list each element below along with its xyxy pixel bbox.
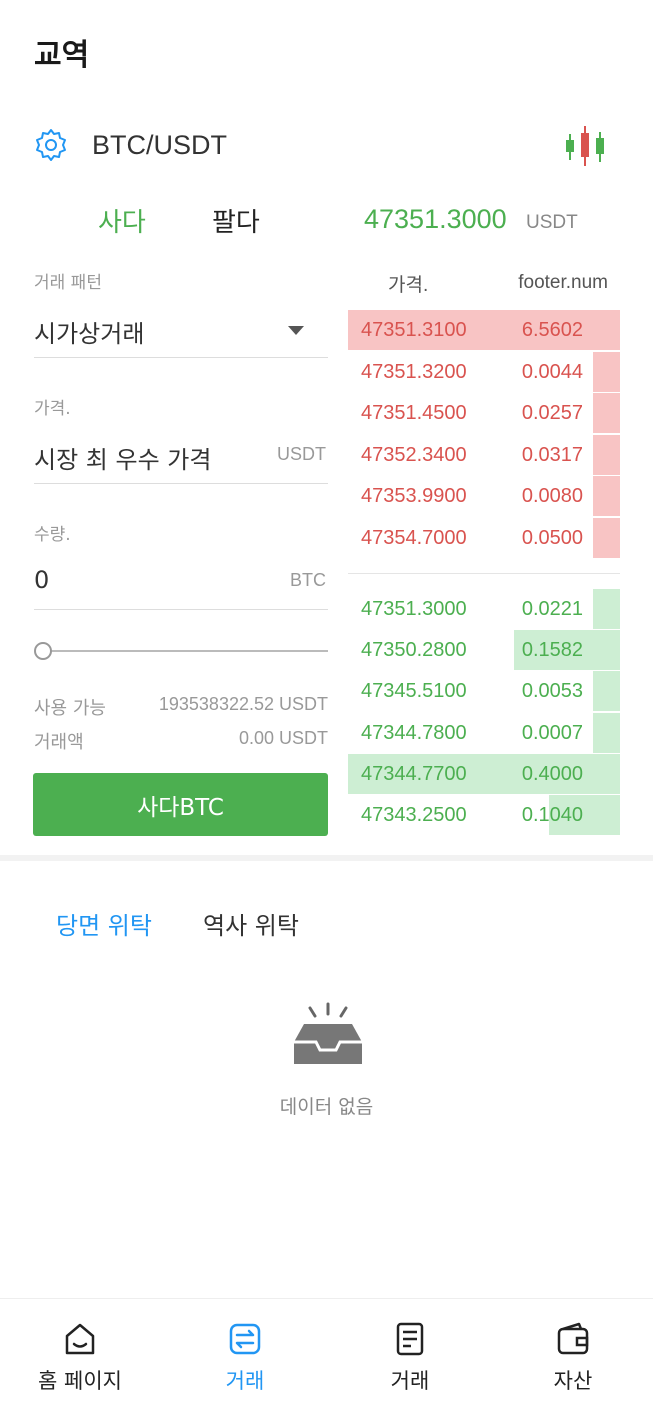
bid-row[interactable]: 47344.7800 0.0007: [348, 712, 620, 753]
tab-sell[interactable]: 팔다: [212, 202, 260, 239]
order-qty: 0.4000: [521, 762, 583, 785]
order-price: 47345.5100: [361, 680, 467, 703]
ask-row[interactable]: 47353.9900 0.0080: [348, 476, 620, 517]
ask-row[interactable]: 47351.3200 0.0044: [348, 351, 620, 392]
order-price: 47344.7800: [361, 721, 467, 744]
gear-icon[interactable]: [32, 126, 70, 164]
price-unit: USDT: [277, 444, 326, 464]
exchange-icon: [229, 1323, 261, 1355]
nav-orders[interactable]: 거래: [340, 1321, 480, 1401]
order-price: 47354.7000: [361, 527, 467, 549]
bottom-nav: 홈 페이지 거래 거래 자산: [0, 1298, 653, 1419]
depth-bar: [592, 712, 620, 753]
order-price: 47351.3100: [361, 319, 467, 341]
order-price: 47344.7700: [361, 762, 467, 785]
available-value: 193538322.52 USDT: [158, 694, 328, 714]
amount-field[interactable]: 0 BTC: [34, 556, 328, 610]
pair-name[interactable]: BTC/USDT: [92, 130, 227, 161]
order-price: 47352.3400: [361, 443, 467, 466]
candlestick-icon[interactable]: [562, 124, 608, 168]
depth-bar: [592, 476, 620, 517]
bid-row[interactable]: 47351.3000 0.0221: [348, 589, 620, 629]
turnover-row: 거래액 0.00 USDT: [34, 728, 328, 756]
order-price: 47353.9900: [361, 485, 467, 508]
orderbook-header: 가격. footer.num: [348, 268, 620, 298]
amount-value: 0: [34, 566, 50, 594]
price-label: 가격.: [34, 399, 71, 419]
ask-row[interactable]: 47351.4500 0.0257: [348, 393, 620, 434]
empty-state-text: 데이터 없음: [279, 1096, 374, 1118]
home-icon: [65, 1323, 95, 1355]
price-field[interactable]: 시장 최 우수 가격 USDT: [34, 430, 328, 484]
wallet-icon: [557, 1322, 589, 1355]
order-price: 47351.4500: [361, 402, 467, 425]
orderbook-divider: [348, 573, 620, 574]
orderbook-price-header: 가격.: [388, 275, 429, 296]
depth-bar: [592, 589, 620, 629]
empty-tray-icon: [294, 1002, 362, 1064]
pair-selector[interactable]: BTC/USDT: [32, 124, 622, 170]
amount-unit: BTC: [290, 570, 326, 590]
order-price: 47351.3000: [361, 598, 467, 620]
depth-bar: [592, 434, 620, 475]
turnover-value: 0.00 USDT: [238, 728, 328, 748]
depth-bar: [592, 351, 620, 392]
order-list-icon: [396, 1322, 424, 1356]
depth-bar: [592, 393, 620, 434]
order-type-select[interactable]: 시가상거래: [34, 304, 328, 358]
order-qty: 0.0317: [521, 443, 583, 466]
order-price: 47351.3200: [361, 360, 467, 383]
bid-row[interactable]: 47344.7700 0.4000: [348, 753, 620, 794]
available-label: 사용 가능: [34, 698, 106, 719]
nav-trade-label: 거래: [225, 1369, 265, 1393]
order-qty: 6.5602: [521, 319, 583, 341]
tab-buy[interactable]: 사다: [98, 202, 146, 239]
order-qty: 0.0221: [521, 598, 583, 620]
last-price: 47351.3000: [364, 204, 507, 234]
nav-assets[interactable]: 자산: [503, 1321, 643, 1401]
order-qty: 0.0080: [521, 485, 583, 508]
nav-orders-label: 거래: [390, 1369, 430, 1393]
amount-slider[interactable]: [34, 640, 328, 662]
chevron-down-icon: [288, 326, 304, 335]
ask-row[interactable]: 47354.7000 0.0500: [348, 518, 620, 558]
section-divider: [0, 855, 653, 861]
bid-row[interactable]: 47345.5100 0.0053: [348, 671, 620, 712]
nav-home[interactable]: 홈 페이지: [10, 1321, 150, 1401]
bid-row[interactable]: 47350.2800 0.1582: [348, 630, 620, 671]
order-qty: 0.1582: [521, 639, 583, 662]
available-row: 사용 가능 193538322.52 USDT: [34, 694, 328, 722]
order-qty: 0.0257: [521, 402, 583, 425]
order-qty: 0.0007: [521, 721, 583, 744]
buy-button[interactable]: 사다BTC: [33, 773, 328, 836]
nav-assets-label: 자산: [553, 1369, 593, 1393]
nav-trade[interactable]: 거래: [175, 1321, 315, 1401]
bid-row[interactable]: 47343.2500 0.1040: [348, 795, 620, 835]
order-qty: 0.0044: [521, 360, 583, 383]
slider-handle[interactable]: [34, 642, 52, 660]
order-type-label: 거래 패턴: [34, 273, 102, 293]
order-qty: 0.0500: [521, 527, 583, 549]
buy-sell-tabs: 사다 팔다: [34, 200, 330, 244]
orderbook-qty-header: footer.num: [518, 272, 608, 293]
depth-bar: [592, 518, 620, 558]
turnover-label: 거래액: [34, 732, 84, 753]
order-price: 47350.2800: [361, 639, 467, 662]
slider-track[interactable]: [42, 650, 328, 652]
last-price-unit: USDT: [526, 212, 578, 233]
depth-bar: [592, 671, 620, 712]
ask-row[interactable]: 47351.3100 6.5602: [348, 310, 620, 350]
tab-current-orders[interactable]: 당면 위탁: [56, 906, 152, 941]
nav-home-label: 홈 페이지: [38, 1369, 122, 1393]
order-qty: 0.0053: [521, 680, 583, 703]
order-price: 47343.2500: [361, 804, 467, 826]
order-qty: 0.1040: [521, 804, 583, 826]
ask-row[interactable]: 47352.3400 0.0317: [348, 434, 620, 475]
amount-label: 수량.: [34, 525, 71, 545]
page-title: 교역: [34, 38, 90, 73]
order-type-value: 시가상거래: [34, 320, 145, 348]
tab-order-history[interactable]: 역사 위탁: [203, 906, 299, 941]
price-value: 시장 최 우수 가격: [34, 446, 212, 474]
